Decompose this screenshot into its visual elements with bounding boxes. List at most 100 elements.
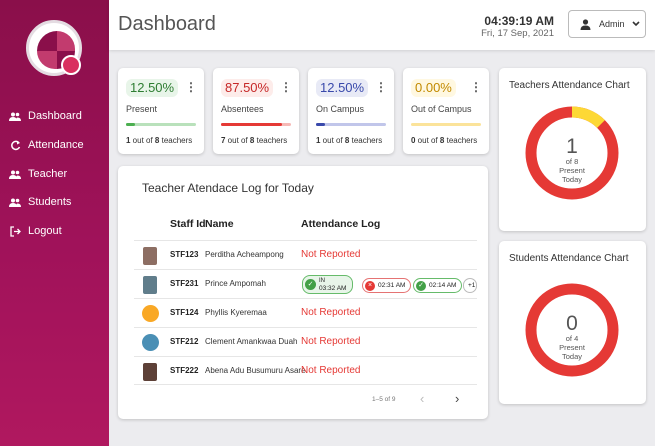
not-reported-status: Not Reported — [301, 336, 361, 347]
not-reported-status: Not Reported — [301, 365, 361, 376]
not-reported-status: Not Reported — [301, 249, 361, 260]
column-header-name: Name — [205, 218, 234, 230]
sidebar-item-attendance[interactable]: Attendance — [0, 134, 109, 156]
table-row: STF222 Abena Adu Busumuru Asare Not Repo… — [134, 356, 477, 385]
students-center-text: 0 of 4 Present Today — [547, 313, 597, 361]
prev-page-button[interactable]: ‹ — [420, 391, 424, 406]
stat-label: On Campus — [316, 104, 365, 114]
stat-progress-bar — [126, 123, 196, 126]
stat-progress-bar — [221, 123, 291, 126]
page-title: Dashboard — [118, 13, 216, 35]
table-footer-divider — [134, 384, 477, 385]
stat-progress-bar — [316, 123, 386, 126]
avatar — [143, 363, 157, 381]
sidebar-item-teacher[interactable]: Teacher — [0, 163, 109, 185]
staff-id: STF231 — [170, 279, 199, 288]
chart-title: Teachers Attendance Chart — [509, 80, 630, 91]
stat-card: 12.50% ⋮ Present 1 out of 8 teachers — [118, 68, 204, 154]
check-out-chip[interactable]: × 02:31 AM — [362, 278, 412, 293]
not-reported-status: Not Reported — [301, 307, 361, 318]
teachers-chart-card: Teachers Attendance Chart 1 of 8 Present… — [499, 68, 646, 231]
check-circle-icon: ✓ — [416, 280, 426, 291]
more-vert-icon[interactable]: ⋮ — [470, 81, 482, 93]
next-page-button[interactable]: › — [455, 391, 459, 406]
top-header: Dashboard 04:39:19 AM Fri, 17 Sep, 2021 … — [109, 0, 655, 50]
sidebar-item-label: Attendance — [28, 139, 84, 151]
table-row: STF124 Phyllis Kyeremaa Not Reported — [134, 298, 477, 327]
stat-footer: 1 out of 8 teachers — [126, 136, 193, 145]
more-vert-icon[interactable]: ⋮ — [280, 81, 292, 93]
staff-name: Abena Adu Busumuru Asare — [205, 366, 306, 375]
students-chart-card: Students Attendance Chart 0 of 4 Present… — [499, 241, 646, 404]
teachers-center-text: 1 of 8 Present Today — [547, 136, 597, 184]
school-logo — [26, 20, 82, 76]
more-vert-icon[interactable]: ⋮ — [185, 81, 197, 93]
present-count: 0 — [566, 312, 578, 335]
today-label: Today — [561, 175, 582, 184]
people-icon — [9, 168, 21, 180]
staff-name: Clement Amankwaa Duah — [205, 337, 298, 346]
column-header-attendance-log: Attendance Log — [301, 218, 381, 230]
stat-card: 0.00% ⋮ Out of Campus 0 out of 8 teacher… — [403, 68, 489, 154]
staff-id: STF124 — [170, 308, 199, 317]
people-icon — [9, 110, 21, 122]
stat-footer: 7 out of 8 teachers — [221, 136, 288, 145]
sidebar: Dashboard Attendance Teacher Students Lo… — [0, 0, 109, 446]
clock-time: 04:39:19 AM — [484, 14, 554, 28]
present-count: 1 — [566, 135, 578, 158]
stat-card: 12.50% ⋮ On Campus 1 out of 8 teachers — [308, 68, 394, 154]
pagination-range: 1–5 of 9 — [372, 396, 396, 403]
chart-title: Students Attendance Chart — [509, 253, 629, 264]
staff-id: STF212 — [170, 337, 199, 346]
clock: 04:39:19 AM Fri, 17 Sep, 2021 — [481, 14, 554, 40]
staff-id: STF222 — [170, 366, 199, 375]
check-in-chip[interactable]: ✓ 02:14 AM — [413, 278, 463, 293]
sidebar-item-logout[interactable]: Logout — [0, 220, 109, 242]
present-label: Present — [559, 343, 585, 352]
staff-name: Perditha Acheampong — [205, 250, 284, 259]
stat-card: 87.50% ⋮ Absentees 7 out of 8 teachers — [213, 68, 299, 154]
stat-percent: 12.50% — [126, 79, 179, 97]
avatar — [143, 247, 157, 265]
stat-footer: 1 out of 8 teachers — [316, 136, 383, 145]
check-in-chip[interactable]: ✓ IN 03:32 AM — [302, 275, 354, 294]
present-label: Present — [559, 166, 585, 175]
avatar — [142, 305, 159, 322]
logout-icon — [9, 225, 21, 237]
stat-percent: 87.50% — [221, 79, 274, 97]
people-icon — [9, 196, 21, 208]
chevron-down-icon — [631, 21, 640, 27]
sidebar-item-students[interactable]: Students — [0, 191, 109, 213]
avatar — [142, 334, 159, 351]
of-total: of 8 — [565, 157, 579, 166]
user-menu-button[interactable]: Admin — [568, 10, 646, 38]
log-title: Teacher Atendace Log for Today — [142, 181, 314, 195]
sidebar-item-dashboard[interactable]: Dashboard — [0, 105, 109, 127]
stat-label: Absentees — [221, 104, 264, 114]
table-row: STF123 Perditha Acheampong Not Reported — [134, 240, 477, 269]
table-row: STF231 Prince Ampomah ✓ IN 03:32 AM × 02… — [134, 269, 477, 298]
of-total: of 4 — [565, 334, 579, 343]
stat-label: Present — [126, 104, 158, 114]
column-header-staff-id: Staff Id — [170, 218, 206, 230]
stat-progress-bar — [411, 123, 481, 126]
table-row: STF212 Clement Amankwaa Duah Not Reporte… — [134, 327, 477, 356]
more-vert-icon[interactable]: ⋮ — [375, 81, 387, 93]
teacher-log-card: Teacher Atendace Log for Today Staff Id … — [118, 166, 488, 419]
check-circle-icon: ✓ — [305, 279, 316, 290]
staff-name: Phyllis Kyeremaa — [205, 308, 267, 317]
staff-id: STF123 — [170, 250, 199, 259]
avatar — [143, 276, 157, 294]
staff-name: Prince Ampomah — [205, 279, 266, 288]
user-label: Admin — [599, 19, 625, 29]
stat-percent: 0.00% — [411, 79, 456, 97]
more-chip[interactable]: +1 — [463, 278, 477, 293]
refresh-icon — [9, 139, 21, 151]
today-label: Today — [561, 352, 582, 361]
sidebar-item-label: Students — [28, 196, 72, 208]
user-icon — [580, 18, 591, 30]
cancel-icon: × — [365, 280, 375, 291]
sidebar-item-label: Teacher — [28, 168, 68, 180]
clock-date: Fri, 17 Sep, 2021 — [481, 28, 554, 39]
stat-percent: 12.50% — [316, 79, 369, 97]
